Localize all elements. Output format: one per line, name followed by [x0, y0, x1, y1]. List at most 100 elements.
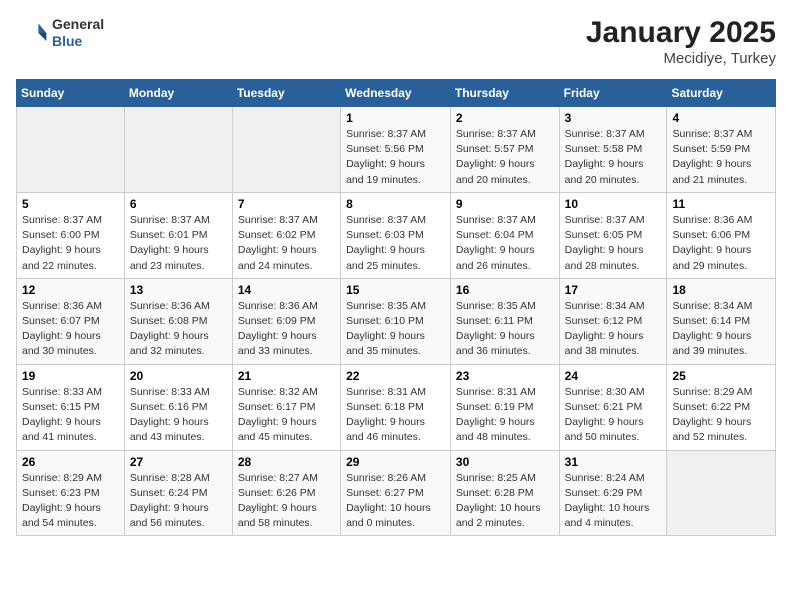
- day-number: 29: [346, 455, 445, 469]
- day-info: Sunrise: 8:33 AM Sunset: 6:16 PM Dayligh…: [130, 385, 227, 446]
- calendar-cell: 2 Sunrise: 8:37 AM Sunset: 5:57 PM Daylig…: [450, 107, 559, 193]
- day-info: Sunrise: 8:24 AM Sunset: 6:29 PM Dayligh…: [565, 471, 662, 532]
- day-info: Sunrise: 8:32 AM Sunset: 6:17 PM Dayligh…: [238, 385, 335, 446]
- calendar-cell: 12 Sunrise: 8:36 AM Sunset: 6:07 PM Dayli…: [17, 278, 125, 364]
- weekday-header: Wednesday: [341, 80, 451, 107]
- logo: General Blue: [16, 16, 104, 50]
- day-info: Sunrise: 8:36 AM Sunset: 6:09 PM Dayligh…: [238, 299, 335, 360]
- day-info: Sunrise: 8:34 AM Sunset: 6:14 PM Dayligh…: [672, 299, 770, 360]
- day-number: 28: [238, 455, 335, 469]
- day-info: Sunrise: 8:30 AM Sunset: 6:21 PM Dayligh…: [565, 385, 662, 446]
- calendar-cell: 15Sunrise: 8:35 AM Sunset: 6:10 PM Dayli…: [341, 278, 451, 364]
- calendar-cell: 5 Sunrise: 8:37 AM Sunset: 6:00 PM Daylig…: [17, 192, 125, 278]
- calendar-cell: 1Sunrise: 8:37 AM Sunset: 5:56 PM Daylig…: [341, 107, 451, 193]
- calendar-cell: 31 Sunrise: 8:24 AM Sunset: 6:29 PM Dayli…: [559, 450, 667, 536]
- calendar-table: SundayMondayTuesdayWednesdayThursdayFrid…: [16, 79, 776, 536]
- calendar-cell: 23 Sunrise: 8:31 AM Sunset: 6:19 PM Dayli…: [450, 364, 559, 450]
- day-info: Sunrise: 8:37 AM Sunset: 6:00 PM Dayligh…: [22, 213, 119, 274]
- logo-text: General Blue: [52, 16, 104, 50]
- day-number: 14: [238, 283, 335, 297]
- day-number: 23: [456, 369, 554, 383]
- day-info: Sunrise: 8:37 AM Sunset: 6:04 PM Dayligh…: [456, 213, 554, 274]
- calendar-title: January 2025: [586, 16, 776, 50]
- calendar-cell: [667, 450, 776, 536]
- logo-general-text: General: [52, 16, 104, 33]
- day-number: 31: [565, 455, 662, 469]
- day-number: 20: [130, 369, 227, 383]
- calendar-cell: 6Sunrise: 8:37 AM Sunset: 6:01 PM Daylig…: [124, 192, 232, 278]
- day-number: 30: [456, 455, 554, 469]
- calendar-week-row: 5 Sunrise: 8:37 AM Sunset: 6:00 PM Daylig…: [17, 192, 776, 278]
- day-number: 8: [346, 197, 445, 211]
- title-block: January 2025 Mecidiye, Turkey: [586, 16, 776, 67]
- day-number: 5: [22, 197, 119, 211]
- day-info: Sunrise: 8:34 AM Sunset: 6:12 PM Dayligh…: [565, 299, 662, 360]
- logo-icon: [16, 17, 48, 49]
- weekday-header-row: SundayMondayTuesdayWednesdayThursdayFrid…: [17, 80, 776, 107]
- day-number: 10: [565, 197, 662, 211]
- day-info: Sunrise: 8:37 AM Sunset: 6:01 PM Dayligh…: [130, 213, 227, 274]
- weekday-header: Sunday: [17, 80, 125, 107]
- calendar-week-row: 12 Sunrise: 8:36 AM Sunset: 6:07 PM Dayli…: [17, 278, 776, 364]
- calendar-cell: 29Sunrise: 8:26 AM Sunset: 6:27 PM Dayli…: [341, 450, 451, 536]
- day-number: 9: [456, 197, 554, 211]
- calendar-cell: 18 Sunrise: 8:34 AM Sunset: 6:14 PM Dayli…: [667, 278, 776, 364]
- weekday-header: Tuesday: [232, 80, 340, 107]
- day-number: 27: [130, 455, 227, 469]
- day-number: 2: [456, 111, 554, 125]
- calendar-cell: 16Sunrise: 8:35 AM Sunset: 6:11 PM Dayli…: [450, 278, 559, 364]
- calendar-cell: 3 Sunrise: 8:37 AM Sunset: 5:58 PM Daylig…: [559, 107, 667, 193]
- calendar-cell: 20 Sunrise: 8:33 AM Sunset: 6:16 PM Dayli…: [124, 364, 232, 450]
- day-number: 4: [672, 111, 770, 125]
- day-number: 26: [22, 455, 119, 469]
- day-number: 16: [456, 283, 554, 297]
- day-number: 19: [22, 369, 119, 383]
- weekday-header: Friday: [559, 80, 667, 107]
- day-number: 3: [565, 111, 662, 125]
- day-info: Sunrise: 8:27 AM Sunset: 6:26 PM Dayligh…: [238, 471, 335, 532]
- calendar-cell: 13Sunrise: 8:36 AM Sunset: 6:08 PM Dayli…: [124, 278, 232, 364]
- calendar-cell: 25 Sunrise: 8:29 AM Sunset: 6:22 PM Dayli…: [667, 364, 776, 450]
- day-info: Sunrise: 8:37 AM Sunset: 6:03 PM Dayligh…: [346, 213, 445, 274]
- calendar-week-row: 1Sunrise: 8:37 AM Sunset: 5:56 PM Daylig…: [17, 107, 776, 193]
- weekday-header: Monday: [124, 80, 232, 107]
- day-info: Sunrise: 8:31 AM Sunset: 6:18 PM Dayligh…: [346, 385, 445, 446]
- calendar-cell: [232, 107, 340, 193]
- calendar-cell: 28 Sunrise: 8:27 AM Sunset: 6:26 PM Dayli…: [232, 450, 340, 536]
- day-info: Sunrise: 8:37 AM Sunset: 5:57 PM Dayligh…: [456, 127, 554, 188]
- calendar-cell: 26 Sunrise: 8:29 AM Sunset: 6:23 PM Dayli…: [17, 450, 125, 536]
- day-info: Sunrise: 8:37 AM Sunset: 5:56 PM Dayligh…: [346, 127, 445, 188]
- calendar-cell: 10 Sunrise: 8:37 AM Sunset: 6:05 PM Dayli…: [559, 192, 667, 278]
- day-info: Sunrise: 8:33 AM Sunset: 6:15 PM Dayligh…: [22, 385, 119, 446]
- weekday-header: Thursday: [450, 80, 559, 107]
- day-info: Sunrise: 8:37 AM Sunset: 5:59 PM Dayligh…: [672, 127, 770, 188]
- day-info: Sunrise: 8:29 AM Sunset: 6:23 PM Dayligh…: [22, 471, 119, 532]
- day-info: Sunrise: 8:37 AM Sunset: 5:58 PM Dayligh…: [565, 127, 662, 188]
- day-number: 17: [565, 283, 662, 297]
- day-info: Sunrise: 8:28 AM Sunset: 6:24 PM Dayligh…: [130, 471, 227, 532]
- day-number: 18: [672, 283, 770, 297]
- day-number: 25: [672, 369, 770, 383]
- calendar-cell: 21Sunrise: 8:32 AM Sunset: 6:17 PM Dayli…: [232, 364, 340, 450]
- day-number: 11: [672, 197, 770, 211]
- day-info: Sunrise: 8:31 AM Sunset: 6:19 PM Dayligh…: [456, 385, 554, 446]
- calendar-cell: 8 Sunrise: 8:37 AM Sunset: 6:03 PM Daylig…: [341, 192, 451, 278]
- logo-blue-text: Blue: [52, 33, 104, 50]
- day-number: 12: [22, 283, 119, 297]
- day-info: Sunrise: 8:29 AM Sunset: 6:22 PM Dayligh…: [672, 385, 770, 446]
- calendar-cell: 27 Sunrise: 8:28 AM Sunset: 6:24 PM Dayli…: [124, 450, 232, 536]
- day-number: 24: [565, 369, 662, 383]
- calendar-cell: 11Sunrise: 8:36 AM Sunset: 6:06 PM Dayli…: [667, 192, 776, 278]
- day-info: Sunrise: 8:37 AM Sunset: 6:05 PM Dayligh…: [565, 213, 662, 274]
- calendar-cell: 30Sunrise: 8:25 AM Sunset: 6:28 PM Dayli…: [450, 450, 559, 536]
- day-info: Sunrise: 8:36 AM Sunset: 6:07 PM Dayligh…: [22, 299, 119, 360]
- day-number: 7: [238, 197, 335, 211]
- day-number: 15: [346, 283, 445, 297]
- calendar-week-row: 19 Sunrise: 8:33 AM Sunset: 6:15 PM Dayli…: [17, 364, 776, 450]
- weekday-header: Saturday: [667, 80, 776, 107]
- calendar-cell: 14 Sunrise: 8:36 AM Sunset: 6:09 PM Dayli…: [232, 278, 340, 364]
- calendar-week-row: 26 Sunrise: 8:29 AM Sunset: 6:23 PM Dayli…: [17, 450, 776, 536]
- calendar-cell: 17 Sunrise: 8:34 AM Sunset: 6:12 PM Dayli…: [559, 278, 667, 364]
- page-header: General Blue January 2025 Mecidiye, Turk…: [16, 16, 776, 67]
- calendar-cell: 19 Sunrise: 8:33 AM Sunset: 6:15 PM Dayli…: [17, 364, 125, 450]
